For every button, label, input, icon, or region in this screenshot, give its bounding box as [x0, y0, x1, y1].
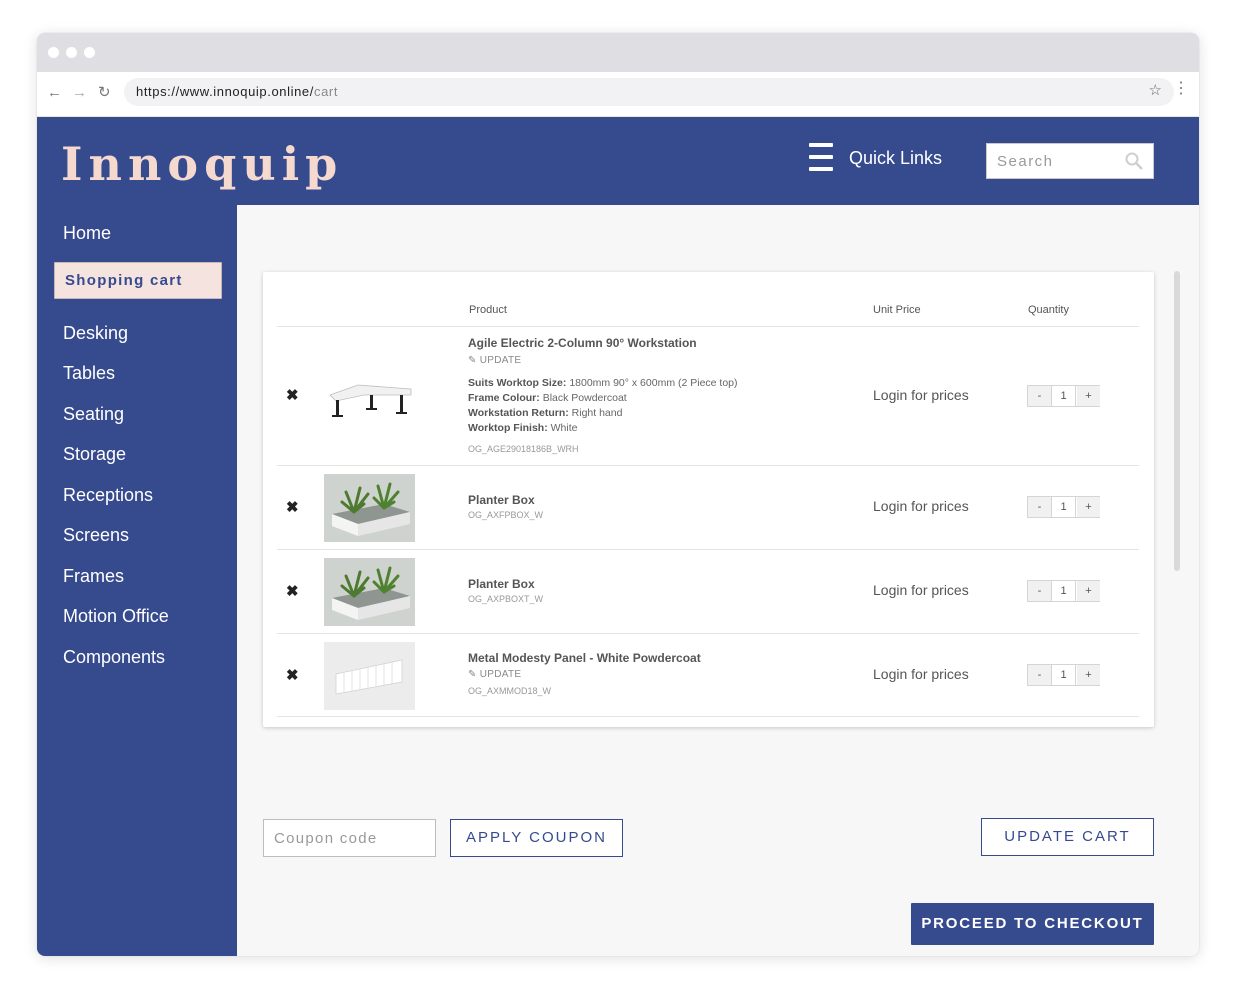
product-name[interactable]: Metal Modesty Panel - White Powdercoat	[468, 651, 701, 665]
product-sku: OG_AGE29018186B_WRH	[468, 444, 579, 454]
qty-decrease-button[interactable]: -	[1028, 665, 1051, 685]
coupon-placeholder: Coupon code	[274, 830, 378, 847]
search-placeholder: Search	[997, 153, 1054, 170]
coupon-code-input[interactable]: Coupon code	[263, 819, 436, 857]
proceed-to-checkout-button[interactable]: PROCEED TO CHECKOUT	[911, 903, 1154, 945]
qty-value[interactable]: 1	[1051, 665, 1076, 685]
bookmark-star-icon[interactable]: ☆	[1149, 81, 1162, 99]
product-attribute: Frame Colour: Black Powdercoat	[468, 392, 627, 404]
sidebar-item-motion-office[interactable]: Motion Office	[63, 606, 169, 627]
pencil-icon: ✎	[468, 355, 477, 366]
table-row: ✖ Metal Modesty Panel - White Powdercoat	[263, 634, 1154, 717]
qty-decrease-button[interactable]: -	[1028, 497, 1051, 517]
workstation-image	[329, 384, 412, 417]
qty-increase-button[interactable]: +	[1077, 386, 1100, 406]
qty-decrease-button[interactable]: -	[1028, 581, 1051, 601]
title-bar	[37, 33, 1199, 72]
sidebar-item-label: Shopping cart	[65, 272, 183, 289]
apply-coupon-button[interactable]: APPLY COUPON	[450, 819, 623, 857]
product-sku: OG_AXPBOXT_W	[468, 594, 544, 604]
qty-value[interactable]: 1	[1051, 497, 1076, 517]
product-attribute: Worktop Finish: White	[468, 422, 578, 434]
product-image	[324, 361, 415, 429]
product-name[interactable]: Agile Electric 2-Column 90° Workstation	[468, 336, 697, 350]
sidebar-item-desking[interactable]: Desking	[63, 323, 128, 344]
sidebar-item-seating[interactable]: Seating	[63, 404, 124, 425]
update-cart-button[interactable]: UPDATE CART	[981, 818, 1154, 856]
search-input[interactable]: Search	[986, 143, 1154, 179]
modesty-panel-image	[324, 642, 415, 710]
table-row: ✖ Planter Box OG_AXPBOXT_W Login for pri…	[263, 550, 1154, 633]
remove-item-icon[interactable]: ✖	[286, 666, 299, 684]
update-link[interactable]: ✎ UPDATE	[468, 355, 521, 366]
innoquip-logo[interactable]: Innoquip	[61, 137, 343, 191]
qty-increase-button[interactable]: +	[1077, 581, 1100, 601]
sidebar-item-tables[interactable]: Tables	[63, 363, 115, 384]
window-maximize-dot[interactable]	[84, 47, 95, 58]
product-sku: OG_AXFPBOX_W	[468, 510, 544, 520]
sidebar-item-receptions[interactable]: Receptions	[63, 485, 153, 506]
table-row: ✖ Planter Box OG_AXFPBOX_W Login for pri…	[263, 466, 1154, 549]
search-icon[interactable]	[1125, 152, 1143, 170]
unit-price[interactable]: Login for prices	[873, 498, 969, 514]
qty-increase-button[interactable]: +	[1077, 497, 1100, 517]
url-field[interactable]: https://www.innoquip.online/cart ☆	[124, 78, 1174, 106]
product-name[interactable]: Planter Box	[468, 577, 535, 591]
sidebar: Home Shopping cart Desking Tables Seatin…	[37, 205, 237, 956]
quantity-stepper: - 1 +	[1027, 385, 1100, 407]
update-link[interactable]: ✎ UPDATE	[468, 669, 521, 680]
hamburger-menu-icon[interactable]	[809, 143, 833, 173]
forward-arrow-icon[interactable]: →	[72, 84, 87, 102]
quantity-stepper: - 1 +	[1027, 664, 1100, 686]
quantity-stepper: - 1 +	[1027, 580, 1100, 602]
column-header-quantity: Quantity	[1028, 304, 1069, 316]
unit-price[interactable]: Login for prices	[873, 387, 969, 403]
quantity-stepper: - 1 +	[1027, 496, 1100, 518]
url-text: https://www.innoquip.online/cart	[136, 84, 339, 99]
site-header: Innoquip Quick Links Search	[37, 117, 1199, 205]
product-image	[324, 474, 415, 542]
planter-box-image	[324, 558, 415, 626]
address-bar: ← → ↻ https://www.innoquip.online/cart ☆…	[37, 72, 1199, 117]
sidebar-item-components[interactable]: Components	[63, 647, 165, 668]
product-image	[324, 642, 415, 710]
product-attribute: Workstation Return: Right hand	[468, 407, 623, 419]
column-header-product: Product	[469, 304, 507, 316]
quick-links-link[interactable]: Quick Links	[849, 148, 942, 169]
sidebar-item-home[interactable]: Home	[63, 223, 111, 244]
scrollbar-thumb[interactable]	[1174, 271, 1180, 571]
back-arrow-icon[interactable]: ←	[47, 84, 62, 102]
browser-window: ← → ↻ https://www.innoquip.online/cart ☆…	[37, 33, 1199, 956]
product-image	[324, 558, 415, 626]
remove-item-icon[interactable]: ✖	[286, 582, 299, 600]
qty-decrease-button[interactable]: -	[1028, 386, 1051, 406]
qty-value[interactable]: 1	[1051, 581, 1076, 601]
main-content: Product Unit Price Quantity ✖ Agile Elec…	[237, 205, 1199, 956]
sidebar-item-shopping-cart[interactable]: Shopping cart	[54, 262, 222, 299]
product-attribute: Suits Worktop Size: 1800mm 90° x 600mm (…	[468, 377, 738, 389]
window-close-dot[interactable]	[48, 47, 59, 58]
cart-table: Product Unit Price Quantity ✖ Agile Elec…	[263, 272, 1154, 727]
sidebar-item-frames[interactable]: Frames	[63, 566, 124, 587]
unit-price[interactable]: Login for prices	[873, 666, 969, 682]
qty-value[interactable]: 1	[1051, 386, 1076, 406]
product-sku: OG_AXMMOD18_W	[468, 686, 552, 696]
browser-menu-icon[interactable]: ⋮	[1173, 81, 1189, 97]
sidebar-item-screens[interactable]: Screens	[63, 525, 129, 546]
qty-increase-button[interactable]: +	[1077, 665, 1100, 685]
unit-price[interactable]: Login for prices	[873, 582, 969, 598]
pencil-icon: ✎	[468, 669, 477, 680]
remove-item-icon[interactable]: ✖	[286, 498, 299, 516]
column-header-unit-price: Unit Price	[873, 304, 921, 316]
sidebar-item-storage[interactable]: Storage	[63, 444, 126, 465]
table-row: ✖ Agile Electric 2-Column 90° Workstatio…	[263, 327, 1154, 465]
window-minimize-dot[interactable]	[66, 47, 77, 58]
remove-item-icon[interactable]: ✖	[286, 386, 299, 404]
planter-box-image	[324, 474, 415, 542]
divider	[277, 716, 1139, 717]
reload-icon[interactable]: ↻	[98, 84, 111, 102]
product-name[interactable]: Planter Box	[468, 493, 535, 507]
